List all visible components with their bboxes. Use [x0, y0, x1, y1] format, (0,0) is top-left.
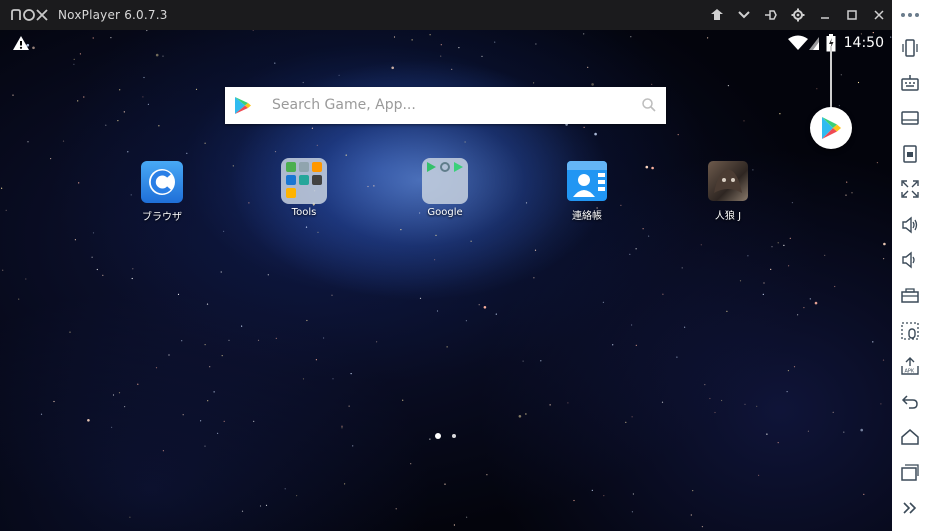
search-icon[interactable]	[642, 98, 656, 112]
volume-down-icon[interactable]	[892, 242, 927, 277]
fullscreen-icon[interactable]	[892, 172, 927, 207]
search-input[interactable]: Search Game, App...	[272, 97, 416, 113]
apk-install-icon[interactable]: APK	[892, 349, 927, 384]
browser-icon	[141, 161, 183, 203]
search-bar[interactable]: Search Game, App...	[225, 87, 666, 124]
app-tools-folder[interactable]: Tools	[259, 158, 349, 218]
google-folder-icon	[422, 158, 468, 204]
expand-icon[interactable]	[892, 490, 927, 525]
app-label: Tools	[291, 207, 317, 218]
toolbox-icon[interactable]	[892, 278, 927, 313]
app-jinrou[interactable]: 人狼 J	[683, 161, 773, 222]
app-label: Google	[427, 207, 463, 218]
screen-icon[interactable]	[892, 101, 927, 136]
settings-icon[interactable]	[784, 0, 811, 30]
nox-sidebar: APK	[892, 0, 927, 531]
window-controls	[703, 0, 892, 30]
shake-icon[interactable]	[892, 30, 927, 65]
title-bar: NoxPlayer 6.0.7.3	[0, 0, 892, 30]
volume-up-icon[interactable]	[892, 207, 927, 242]
page-dot[interactable]	[452, 434, 456, 438]
app-contacts[interactable]: 連絡帳	[542, 161, 632, 222]
dropdown-icon[interactable]	[730, 0, 757, 30]
window-title: NoxPlayer 6.0.7.3	[58, 8, 168, 22]
keymap-icon[interactable]	[703, 0, 730, 30]
nox-logo	[10, 6, 50, 24]
signal-icon	[809, 37, 819, 50]
app-label: ブラウザ	[142, 212, 182, 223]
android-screen[interactable]: 14:50 Search Game, App... ブラウザ Tools Goo…	[0, 30, 892, 531]
tools-folder-icon	[281, 158, 327, 204]
back-icon[interactable]	[892, 384, 927, 419]
play-store-icon	[235, 97, 251, 114]
jinrou-game-icon	[708, 161, 748, 201]
minimize-icon[interactable]	[811, 0, 838, 30]
home-icon[interactable]	[892, 419, 927, 454]
clock: 14:50	[843, 35, 884, 51]
warning-icon	[13, 36, 29, 50]
maximize-icon[interactable]	[838, 0, 865, 30]
close-icon[interactable]	[865, 0, 892, 30]
app-label: 連絡帳	[572, 211, 602, 222]
app-label: 人狼 J	[714, 211, 742, 222]
recent-apps-icon[interactable]	[892, 455, 927, 490]
wifi-icon	[788, 35, 808, 50]
svg-text:APK: APK	[904, 369, 914, 375]
pin-icon[interactable]	[757, 0, 784, 30]
location-icon[interactable]	[892, 313, 927, 348]
app-browser[interactable]: ブラウザ	[117, 161, 207, 223]
page-dot-active[interactable]	[435, 433, 441, 439]
more-icon[interactable]	[892, 0, 927, 30]
play-store-fab[interactable]	[810, 107, 852, 149]
play-store-icon	[822, 117, 841, 139]
contacts-icon	[567, 161, 607, 201]
screenshot-icon[interactable]	[892, 136, 927, 171]
page-indicator	[432, 431, 462, 441]
app-google-folder[interactable]: Google	[400, 158, 490, 218]
status-bar: 14:50	[0, 30, 892, 58]
fab-drag-line	[830, 46, 832, 109]
virtual-keyboard-icon[interactable]	[892, 65, 927, 100]
